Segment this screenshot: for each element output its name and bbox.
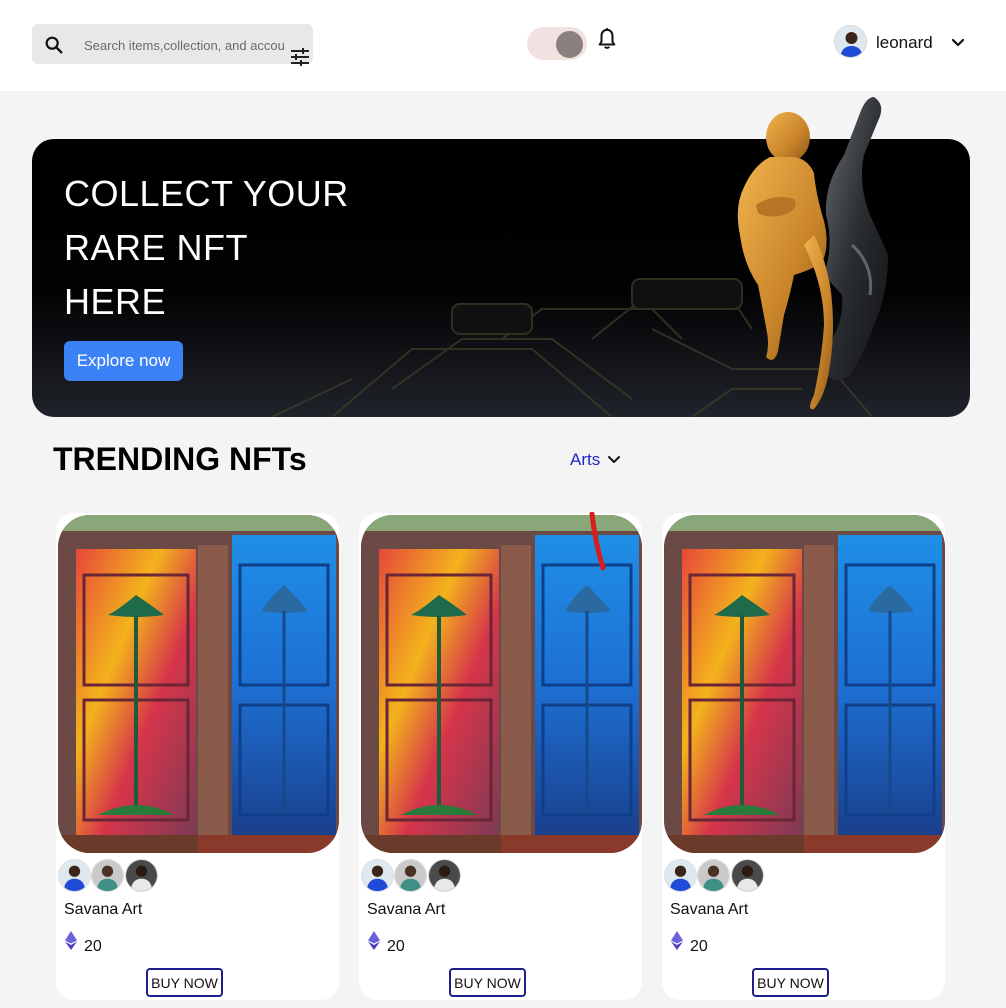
bell-icon[interactable]	[596, 27, 618, 51]
avatar	[58, 859, 91, 892]
nft-card[interactable]: Savana Art 20 BUY NOW	[56, 513, 339, 1000]
ethereum-icon	[65, 931, 77, 950]
ethereum-icon	[368, 931, 380, 950]
top-header: leonard	[0, 0, 1006, 91]
ethereum-icon	[671, 931, 683, 950]
avatar	[394, 859, 427, 892]
nft-artwork-image	[58, 515, 339, 853]
theme-toggle[interactable]	[527, 27, 587, 60]
nft-card[interactable]: Savana Art 20 BUY NOW	[359, 513, 642, 1000]
category-dropdown[interactable]: Arts	[570, 449, 622, 471]
user-menu[interactable]: leonard	[834, 25, 974, 61]
chevron-down-icon	[608, 456, 621, 463]
chevron-down-icon[interactable]	[948, 33, 968, 53]
hero-title-line: COLLECT YOUR	[64, 173, 349, 214]
avatar	[664, 859, 697, 892]
search-icon[interactable]	[43, 34, 65, 56]
avatar	[125, 859, 158, 892]
owner-avatars	[58, 859, 168, 893]
search-input[interactable]	[84, 34, 284, 56]
hero-title: COLLECT YOUR RARE NFT HERE	[64, 167, 349, 329]
owner-avatars	[361, 859, 471, 893]
section-title: TRENDING NFTs	[53, 441, 307, 477]
owner-avatars	[664, 859, 774, 893]
buy-now-button[interactable]: BUY NOW	[449, 968, 526, 997]
nft-artwork-image	[664, 515, 945, 853]
nft-price: 20	[387, 938, 405, 955]
avatar	[697, 859, 730, 892]
toggle-knob	[556, 31, 583, 58]
nft-price: 20	[84, 938, 102, 955]
nft-card[interactable]: Savana Art 20 BUY NOW	[662, 513, 945, 1000]
annotation-mark	[589, 512, 606, 571]
nft-price: 20	[690, 938, 708, 955]
nft-name: Savana Art	[367, 901, 446, 918]
category-label: Arts	[570, 450, 601, 469]
hero-title-line: HERE	[64, 281, 167, 322]
buy-now-button[interactable]: BUY NOW	[752, 968, 829, 997]
explore-now-button[interactable]: Explore now	[64, 341, 183, 381]
nft-name: Savana Art	[670, 901, 749, 918]
hero-title-line: RARE NFT	[64, 227, 248, 268]
buy-now-button[interactable]: BUY NOW	[146, 968, 223, 997]
avatar	[91, 859, 124, 892]
username: leonard	[876, 33, 933, 52]
avatar	[428, 859, 461, 892]
avatar	[834, 25, 867, 58]
filter-settings-icon[interactable]	[288, 45, 312, 69]
avatar	[361, 859, 394, 892]
sculpture-illustration	[737, 97, 888, 410]
avatar	[731, 859, 764, 892]
search-bar	[32, 24, 313, 66]
nft-name: Savana Art	[64, 901, 143, 918]
